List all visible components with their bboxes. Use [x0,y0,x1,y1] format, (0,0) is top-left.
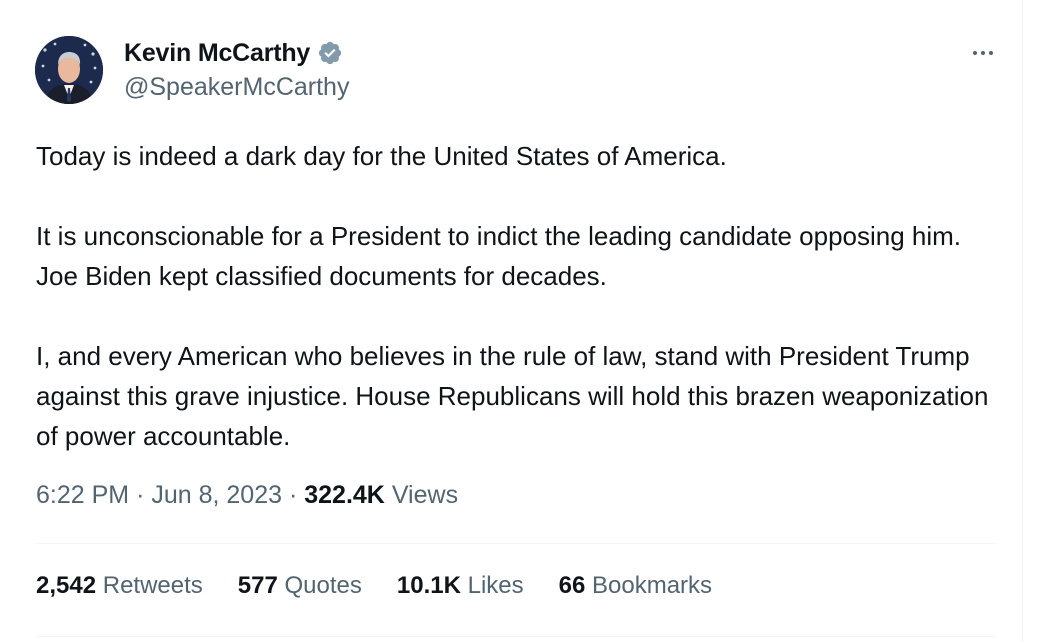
tweet-paragraph: It is unconscionable for a President to … [36,221,962,291]
author-name-row: Kevin McCarthy [124,38,343,68]
views-label: Views [391,481,459,509]
retweets-count: 2,542 [36,572,97,599]
verified-badge-icon[interactable] [317,40,343,66]
tweet-paragraph: Today is indeed a dark day for the Unite… [36,141,727,171]
retweets-label: Retweets [102,572,203,599]
author-display-name[interactable]: Kevin McCarthy [124,39,310,68]
quotes-count: 577 [237,572,278,599]
profile-photo-icon [35,36,103,104]
author-avatar[interactable] [35,36,103,104]
likes-stat[interactable]: 10.1K Likes [397,572,524,600]
views-count: 322.4K [304,481,385,509]
tweet-metadata: 6:22 PM · Jun 8, 2023 · 322.4K Views [36,481,458,510]
tweet-card: Kevin McCarthy @SpeakerMcCarthy Today is… [0,0,1023,642]
retweets-stat[interactable]: 2,542 Retweets [36,572,203,600]
bookmarks-label: Bookmarks [592,572,713,599]
tweet-text: Today is indeed a dark day for the Unite… [36,136,1006,456]
divider [36,636,996,637]
author-handle[interactable]: @SpeakerMcCarthy [124,73,349,102]
tweet-paragraph: I, and every American who believes in th… [36,341,989,451]
likes-count: 10.1K [396,572,461,599]
engagement-stats: 2,542 Retweets 577 Quotes 10.1K Likes 66… [36,572,747,600]
bookmarks-stat[interactable]: 66 Bookmarks [559,572,712,600]
ellipsis-icon [973,51,977,55]
meta-separator: · [288,481,298,509]
tweet-time[interactable]: 6:22 PM [36,481,129,509]
quotes-label: Quotes [284,572,362,599]
likes-label: Likes [467,572,524,599]
meta-separator: · [136,481,145,509]
divider [36,543,996,544]
tweet-date[interactable]: Jun 8, 2023 [151,481,282,509]
bookmarks-count: 66 [558,572,586,599]
more-options-button[interactable] [966,40,1000,66]
quotes-stat[interactable]: 577 Quotes [238,572,362,600]
